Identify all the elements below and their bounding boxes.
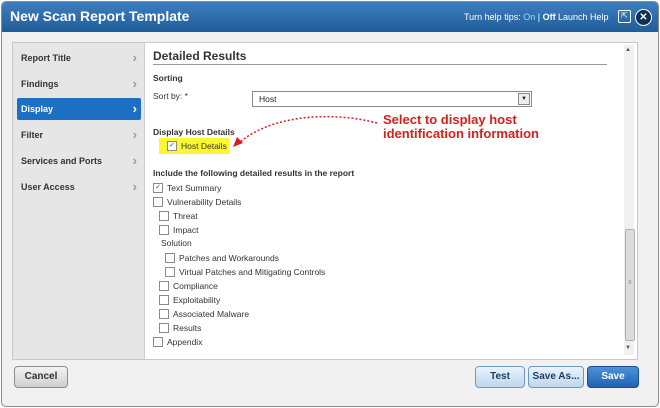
host-details-heading: Display Host Details	[153, 127, 235, 137]
scrollbar-thumb[interactable]: ≡	[625, 229, 635, 341]
checkbox-icon	[159, 322, 169, 333]
sidebar-item-label: User Access	[21, 182, 75, 192]
sidebar: Report Title › Findings › Display › Filt…	[13, 43, 145, 359]
checkbox-label: Compliance	[173, 280, 218, 291]
checkbox-label: Impact	[173, 224, 199, 235]
sidebar-item-label: Filter	[21, 130, 44, 140]
appendix-checkbox[interactable]: Appendix	[153, 336, 202, 348]
help-tips-label: Turn help tips:	[464, 12, 521, 22]
sidebar-item-user-access[interactable]: User Access ›	[17, 176, 141, 198]
checkbox-label: Patches and Workarounds	[179, 252, 280, 263]
sort-by-value: Host	[259, 94, 277, 104]
section-heading: Detailed Results	[153, 49, 247, 63]
scroll-up-icon[interactable]: ▲	[625, 47, 631, 53]
dialog-title: New Scan Report Template	[10, 8, 190, 24]
chevron-down-icon: ▼	[518, 93, 530, 105]
compliance-checkbox[interactable]: Compliance	[159, 280, 218, 292]
callout-line-1: Select to display host	[383, 112, 517, 127]
virtual-patches-checkbox[interactable]: Virtual Patches and Mitigating Controls	[165, 266, 325, 278]
sidebar-item-display[interactable]: Display ›	[17, 98, 141, 120]
callout-text: Select to display host identification in…	[383, 113, 539, 141]
sidebar-item-report-title[interactable]: Report Title ›	[17, 47, 141, 69]
chevron-right-icon: ›	[132, 50, 137, 65]
sort-by-select[interactable]: Host ▼	[252, 91, 532, 107]
vertical-scrollbar[interactable]: ▲ ≡ ▼	[624, 45, 635, 355]
checkbox-label: Host Details	[181, 140, 227, 151]
cancel-button[interactable]: Cancel	[14, 366, 68, 388]
sidebar-item-services-and-ports[interactable]: Services and Ports ›	[17, 150, 141, 172]
sidebar-item-filter[interactable]: Filter ›	[17, 124, 141, 146]
launch-help-link[interactable]: Launch Help	[558, 12, 609, 22]
dialog-footer: Cancel Test Save As... Save	[2, 358, 658, 404]
checkbox-label: Text Summary	[167, 182, 222, 193]
sidebar-item-label: Findings	[21, 79, 59, 89]
close-icon[interactable]: ✕	[635, 9, 652, 26]
chevron-right-icon: ›	[132, 76, 137, 91]
checkbox-label: Appendix	[167, 336, 203, 347]
associated-malware-checkbox[interactable]: Associated Malware	[159, 308, 249, 320]
help-tips-off-link[interactable]: Off	[543, 12, 556, 22]
checkbox-icon	[159, 224, 169, 235]
callout-arrow	[233, 115, 378, 147]
sidebar-item-label: Services and Ports	[21, 156, 103, 166]
sorting-heading: Sorting	[153, 73, 183, 83]
checkbox-icon	[153, 196, 163, 207]
chevron-right-icon: ›	[132, 127, 137, 142]
save-button[interactable]: Save	[587, 366, 639, 388]
impact-checkbox[interactable]: Impact	[159, 224, 199, 236]
help-tips-on-link[interactable]: On	[523, 12, 535, 22]
checkbox-label: Vulnerability Details	[167, 196, 242, 207]
checkbox-icon	[153, 336, 163, 347]
checkbox-icon	[165, 266, 175, 277]
title-bar: New Scan Report Template Turn help tips:…	[2, 2, 658, 32]
host-details-checkbox[interactable]: ✓ Host Details	[167, 140, 227, 152]
vulnerability-details-checkbox[interactable]: Vulnerability Details	[153, 196, 241, 208]
sidebar-item-findings[interactable]: Findings ›	[17, 73, 141, 95]
checkbox-icon	[165, 252, 175, 263]
exploitability-checkbox[interactable]: Exploitability	[159, 294, 220, 306]
checkbox-checked-icon: ✓	[167, 140, 177, 151]
threat-checkbox[interactable]: Threat	[159, 210, 198, 222]
report-template-dialog: New Scan Report Template Turn help tips:…	[1, 1, 659, 407]
sidebar-item-label: Report Title	[21, 53, 71, 63]
chevron-right-icon: ›	[132, 153, 137, 168]
solution-label: Solution	[161, 238, 192, 248]
checkbox-icon	[159, 308, 169, 319]
include-heading: Include the following detailed results i…	[153, 168, 355, 178]
checkbox-label: Threat	[173, 210, 198, 221]
results-checkbox[interactable]: Results	[159, 322, 201, 334]
checkbox-checked-icon: ✓	[153, 182, 163, 193]
checkbox-icon	[159, 280, 169, 291]
dialog-content: Report Title › Findings › Display › Filt…	[12, 42, 638, 360]
checkbox-label: Exploitability	[173, 294, 221, 305]
checkbox-label: Associated Malware	[173, 308, 250, 319]
patches-and-workarounds-checkbox[interactable]: Patches and Workarounds	[165, 252, 279, 264]
sidebar-item-label: Display	[21, 104, 54, 114]
test-button[interactable]: Test	[475, 366, 525, 388]
save-as-button[interactable]: Save As...	[528, 366, 584, 388]
checkbox-icon	[159, 210, 169, 221]
checkbox-label: Results	[173, 322, 202, 333]
checkbox-icon	[159, 294, 169, 305]
chevron-right-icon: ›	[132, 179, 137, 194]
main-panel: Detailed Results Sorting Sort by: * Host…	[153, 43, 627, 359]
callout-line-2: identification information	[383, 126, 539, 141]
help-tips-separator: |	[537, 12, 541, 22]
grip-icon: ≡	[628, 280, 632, 286]
scroll-down-icon[interactable]: ▼	[625, 345, 631, 351]
heading-divider	[153, 64, 607, 65]
text-summary-checkbox[interactable]: ✓ Text Summary	[153, 182, 221, 194]
chevron-right-icon: ›	[132, 101, 137, 116]
popout-icon[interactable]: ⇱	[618, 10, 631, 23]
checkbox-label: Virtual Patches and Mitigating Controls	[179, 266, 326, 277]
help-tips-toggle: Turn help tips: On | Off	[464, 12, 556, 22]
sort-by-label: Sort by: *	[153, 91, 188, 101]
